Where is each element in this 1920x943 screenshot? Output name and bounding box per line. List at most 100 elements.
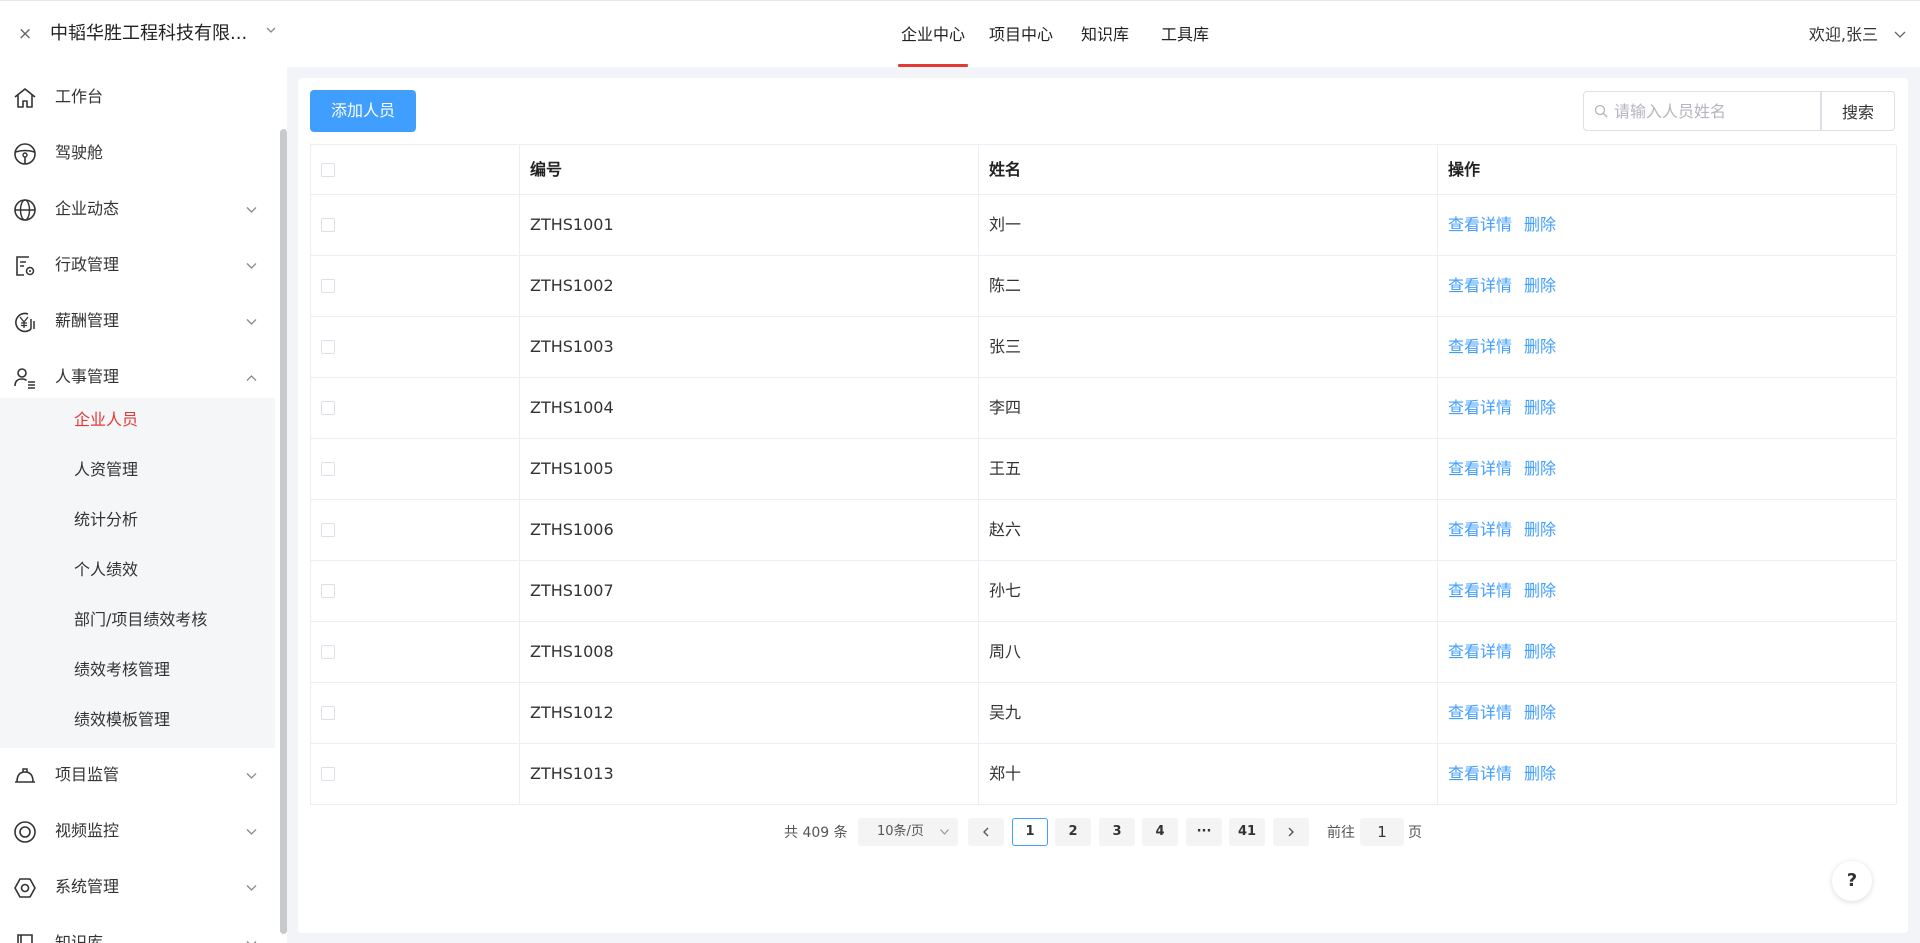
search-button[interactable]: 搜索 — [1821, 91, 1895, 131]
page-button-last[interactable]: 41 — [1229, 818, 1265, 846]
view-details-link[interactable]: 查看详情 — [1448, 458, 1512, 480]
sidebar-item-news[interactable]: 企业动态 — [0, 182, 275, 238]
table-row: ZTHS1013 郑十 查看详情 删除 — [311, 744, 1897, 805]
table-row: ZTHS1005 王五 查看详情 删除 — [311, 439, 1897, 500]
sidebar-item-workbench[interactable]: 工作台 — [0, 70, 275, 126]
chevron-down-icon — [246, 773, 257, 779]
cell-name: 刘一 — [979, 195, 1438, 255]
sidebar-item-project-supervision[interactable]: 项目监管 — [0, 748, 275, 804]
delete-link[interactable]: 删除 — [1524, 275, 1556, 297]
row-checkbox[interactable] — [321, 645, 335, 659]
home-icon — [14, 88, 36, 108]
cell-select — [311, 683, 520, 743]
sidebar-item-salary[interactable]: 薪酬管理 — [0, 294, 275, 350]
next-page-button[interactable] — [1273, 818, 1309, 846]
cell-select — [311, 317, 520, 377]
cell-id: ZTHS1001 — [520, 195, 979, 255]
page-size-select[interactable]: 10条/页 — [858, 818, 958, 846]
nav-project-center[interactable]: 项目中心 — [989, 23, 1053, 47]
header-cell-actions: 操作 — [1438, 145, 1897, 194]
submenu-hr-management[interactable]: 人资管理 — [74, 458, 138, 482]
page-button-3[interactable]: 3 — [1099, 818, 1135, 846]
goto-page-input[interactable] — [1360, 818, 1404, 846]
nav-enterprise-center[interactable]: 企业中心 — [901, 23, 965, 47]
close-icon[interactable]: × — [18, 23, 32, 45]
nav-knowledge-base[interactable]: 知识库 — [1081, 23, 1129, 47]
submenu-statistics[interactable]: 统计分析 — [74, 508, 138, 532]
submenu-dept-performance[interactable]: 部门/项目绩效考核 — [74, 608, 207, 632]
delete-link[interactable]: 删除 — [1524, 580, 1556, 602]
cell-actions: 查看详情 删除 — [1438, 744, 1897, 804]
page-size-value: 10条/页 — [877, 824, 924, 839]
row-checkbox[interactable] — [321, 584, 335, 598]
cell-name: 周八 — [979, 622, 1438, 682]
company-name[interactable]: 中韬华胜工程科技有限... — [50, 21, 247, 47]
chevron-down-icon — [940, 829, 949, 835]
chevron-down-icon[interactable] — [1894, 29, 1906, 39]
chevron-down-icon — [246, 207, 257, 213]
row-checkbox[interactable] — [321, 340, 335, 354]
view-details-link[interactable]: 查看详情 — [1448, 214, 1512, 236]
sidebar-item-label: 项目监管 — [55, 765, 120, 784]
delete-link[interactable]: 删除 — [1524, 641, 1556, 663]
view-details-link[interactable]: 查看详情 — [1448, 641, 1512, 663]
delete-link[interactable]: 删除 — [1524, 397, 1556, 419]
delete-link[interactable]: 删除 — [1524, 336, 1556, 358]
submenu-performance-template[interactable]: 绩效模板管理 — [74, 708, 170, 732]
header-cell-name: 姓名 — [979, 145, 1438, 194]
delete-link[interactable]: 删除 — [1524, 458, 1556, 480]
submenu-personal-performance[interactable]: 个人绩效 — [74, 558, 138, 582]
page-button-4[interactable]: 4 — [1142, 818, 1178, 846]
delete-link[interactable]: 删除 — [1524, 763, 1556, 785]
staff-name: 周八 — [989, 642, 1022, 661]
hr-submenu: 企业人员 人资管理 统计分析 个人绩效 部门/项目绩效考核 绩效考核管理 绩效模… — [0, 398, 275, 748]
staff-name: 张三 — [989, 337, 1022, 356]
sidebar-scrollbar[interactable] — [280, 129, 287, 934]
prev-page-button[interactable] — [968, 818, 1004, 846]
nav-tool-library[interactable]: 工具库 — [1161, 23, 1209, 47]
sidebar-item-admin[interactable]: 行政管理 — [0, 238, 275, 294]
goto-prefix: 前往 — [1327, 825, 1355, 841]
view-details-link[interactable]: 查看详情 — [1448, 397, 1512, 419]
sidebar-item-knowledge[interactable]: 知识库 — [0, 916, 275, 943]
sidebar-item-system[interactable]: 系统管理 — [0, 860, 275, 916]
globe-icon — [14, 199, 36, 221]
page-button-1[interactable]: 1 — [1012, 818, 1048, 846]
view-details-link[interactable]: 查看详情 — [1448, 702, 1512, 724]
sidebar-item-label: 驾驶舱 — [55, 143, 104, 162]
row-checkbox[interactable] — [321, 767, 335, 781]
total-count: 共 409 条 — [784, 825, 848, 841]
help-button[interactable]: ? — [1832, 861, 1872, 901]
row-checkbox[interactable] — [321, 218, 335, 232]
delete-link[interactable]: 删除 — [1524, 519, 1556, 541]
header-cell-id: 编号 — [520, 145, 979, 194]
view-details-link[interactable]: 查看详情 — [1448, 580, 1512, 602]
row-checkbox[interactable] — [321, 523, 335, 537]
view-details-link[interactable]: 查看详情 — [1448, 336, 1512, 358]
sidebar-item-cockpit[interactable]: 驾驶舱 — [0, 126, 275, 182]
delete-link[interactable]: 删除 — [1524, 214, 1556, 236]
staff-id: ZTHS1005 — [530, 459, 614, 478]
row-checkbox[interactable] — [321, 462, 335, 476]
cell-select — [311, 500, 520, 560]
view-details-link[interactable]: 查看详情 — [1448, 519, 1512, 541]
add-staff-button[interactable]: 添加人员 — [310, 90, 416, 132]
sidebar-item-label: 人事管理 — [55, 367, 120, 386]
welcome-user[interactable]: 欢迎,张三 — [1809, 23, 1878, 47]
chevron-down-icon[interactable] — [266, 25, 276, 35]
staff-name: 李四 — [989, 398, 1022, 417]
page-ellipsis-button[interactable]: ··· — [1186, 818, 1222, 846]
row-checkbox[interactable] — [321, 706, 335, 720]
sidebar-item-video-monitor[interactable]: 视频监控 — [0, 804, 275, 860]
view-details-link[interactable]: 查看详情 — [1448, 275, 1512, 297]
page-button-2[interactable]: 2 — [1055, 818, 1091, 846]
submenu-performance-management[interactable]: 绩效考核管理 — [74, 658, 170, 682]
row-checkbox[interactable] — [321, 401, 335, 415]
select-all-checkbox[interactable] — [321, 163, 335, 177]
delete-link[interactable]: 删除 — [1524, 702, 1556, 724]
view-details-link[interactable]: 查看详情 — [1448, 763, 1512, 785]
steering-wheel-icon — [14, 143, 36, 165]
search-input[interactable] — [1614, 92, 1814, 130]
row-checkbox[interactable] — [321, 279, 335, 293]
submenu-enterprise-staff[interactable]: 企业人员 — [74, 408, 138, 432]
